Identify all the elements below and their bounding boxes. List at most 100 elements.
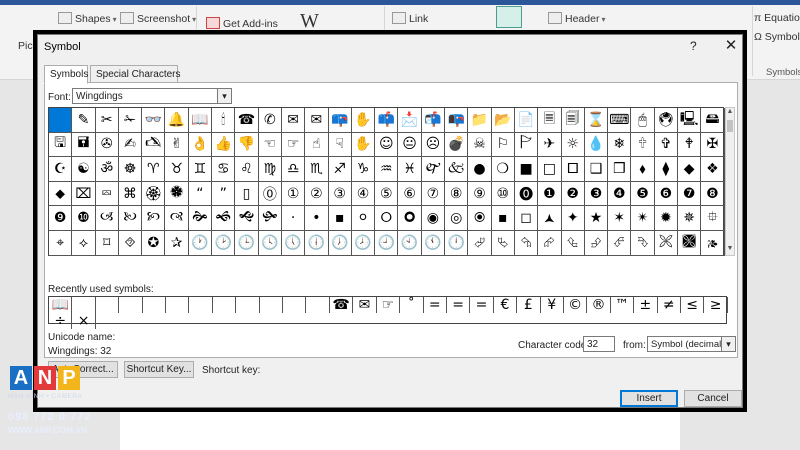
symbol-cell[interactable]: 📬 — [421, 108, 446, 133]
symbol-cell[interactable]: 🕗 — [351, 230, 376, 256]
symbol-cell[interactable]: 🕔 — [281, 230, 306, 256]
symbol-cell[interactable]: ⮰ — [468, 230, 492, 256]
help-icon[interactable]: ? — [690, 39, 697, 53]
symbol-cell[interactable]: ✪ — [142, 230, 166, 256]
symbol-cell[interactable]: ☎ — [235, 108, 259, 133]
symbol-cell[interactable]: 👌 — [188, 132, 213, 158]
symbol-cell[interactable]: ☠ — [468, 132, 492, 158]
recent-symbol-cell[interactable]: ÷ — [49, 313, 73, 329]
recent-symbol-cell[interactable]: £ — [517, 297, 541, 313]
symbol-cell[interactable]: ☸ — [118, 157, 143, 182]
symbol-cell[interactable]: ✠ — [701, 132, 725, 158]
symbol-cell[interactable]: 📄 — [514, 108, 539, 133]
symbol-cell[interactable]: 🙟 — [258, 206, 282, 231]
recent-symbol-cell[interactable]: © — [564, 297, 588, 313]
symbol-cell[interactable]: ① — [281, 181, 306, 207]
recent-symbol-cell[interactable]: ≥ — [704, 297, 728, 313]
symbol-cell[interactable]: 🕑 — [212, 230, 236, 256]
symbol-cell[interactable]: ✋ — [351, 108, 376, 133]
symbol-cell[interactable]: ✎ — [72, 108, 96, 133]
symbol-cell[interactable]: 🙣 — [165, 206, 189, 231]
symbol-cell[interactable]: ❄ — [608, 132, 632, 158]
symbol-cell[interactable]: ▪ — [328, 206, 352, 231]
symbol-cell[interactable]: ❒ — [608, 157, 632, 182]
recent-symbol-cell[interactable] — [260, 297, 284, 313]
scroll-up-icon[interactable]: ▲ — [726, 108, 734, 118]
recent-symbol-cell[interactable]: = — [447, 297, 471, 313]
recent-symbol-cell[interactable] — [283, 297, 307, 313]
symbol-cell[interactable]: 🕯 — [212, 108, 236, 133]
symbol-cell[interactable]: 📖 — [188, 108, 213, 133]
symbol-cell[interactable]: ⯑ — [118, 230, 143, 256]
symbol-cell[interactable]: 📂 — [491, 108, 515, 133]
scroll-thumb[interactable] — [727, 120, 733, 132]
recent-symbol-cell[interactable]: ☞ — [377, 297, 401, 313]
recent-symbol-cell[interactable]: 📖 — [49, 297, 73, 313]
recent-symbol-cell[interactable]: ™ — [611, 297, 635, 313]
recent-symbol-cell[interactable] — [96, 297, 120, 313]
symbol-cell[interactable]: 🕆 — [631, 132, 655, 158]
symbol-cell[interactable]: 💧 — [584, 132, 609, 158]
symbol-cell[interactable]: ❺ — [631, 181, 655, 207]
symbol-cell[interactable]: ☞ — [281, 132, 306, 158]
symbol-cell[interactable]: ❻ — [654, 181, 679, 207]
symbol-cell[interactable]: 🙞 — [188, 206, 213, 231]
symbol-cell[interactable]: ⌘ — [118, 181, 143, 207]
symbol-button[interactable]: Ω Symbol — [754, 31, 800, 43]
recent-symbol-cell[interactable] — [143, 297, 167, 313]
scroll-down-icon[interactable]: ▼ — [726, 245, 734, 255]
symbol-cell[interactable]: ⮳ — [538, 230, 562, 256]
symbol-cell[interactable]: ③ — [328, 181, 352, 207]
symbol-cell[interactable]: 🖎 — [142, 132, 166, 158]
symbol-cell[interactable]: 🏶 — [165, 181, 189, 207]
symbol-cell[interactable]: ⌛ — [584, 108, 609, 133]
symbol-cell[interactable]: ❶ — [538, 181, 562, 207]
symbol-cell[interactable]: 🕓 — [258, 230, 282, 256]
recent-symbols-row[interactable]: 📖 ☎ ✉ ☞ ˚ = = = € £ ¥ © ® ™ ± ≠ ≤ ≥ ÷ × — [48, 296, 728, 329]
symbol-cell[interactable]: ♓ — [398, 157, 422, 182]
symbol-cell[interactable]: ◉ — [421, 206, 446, 231]
recent-symbol-cell[interactable]: ≤ — [681, 297, 705, 313]
symbol-cell[interactable]: 🖳 — [678, 108, 702, 133]
symbol-cell[interactable]: ♍ — [258, 157, 282, 182]
symbol-cell[interactable]: ⌨ — [608, 108, 632, 133]
grid-scrollbar[interactable]: ▲ ▼ — [725, 107, 735, 256]
symbol-cell[interactable]: ⮱ — [491, 230, 515, 256]
symbol-cell[interactable]: ❹ — [608, 181, 632, 207]
symbol-cell[interactable]: ♒ — [375, 157, 399, 182]
symbol-cell[interactable]: 🙜 — [212, 206, 236, 231]
symbol-cell[interactable]: ❑ — [584, 157, 609, 182]
symbol-cell[interactable]: □ — [538, 157, 562, 182]
symbol-cell[interactable]: ✶ — [608, 206, 632, 231]
symbol-cell[interactable]: ⧫ — [654, 157, 679, 182]
symbol-cell[interactable]: ❾ — [49, 206, 73, 231]
symbol-cell[interactable]: ❸ — [584, 181, 609, 207]
symbol-cell[interactable]: ☟ — [328, 132, 352, 158]
symbol-cell[interactable]: 🖲 — [654, 108, 679, 133]
symbol-cell[interactable]: ✞ — [654, 132, 679, 158]
recent-symbol-cell[interactable]: = — [424, 297, 447, 313]
symbol-cell[interactable]: 🟂 — [538, 206, 562, 231]
symbol-cell[interactable]: 🔔 — [165, 108, 189, 133]
symbol-cell[interactable]: 😐 — [398, 132, 422, 158]
character-code-input[interactable]: 32 — [583, 336, 615, 352]
symbol-cell[interactable]: 🕛 — [445, 230, 469, 256]
symbol-cell[interactable]: ● — [468, 157, 492, 182]
symbol-cell[interactable]: ⬥ — [49, 181, 73, 207]
recent-symbol-cell[interactable]: ± — [634, 297, 658, 313]
recent-symbol-cell[interactable]: ≠ — [658, 297, 681, 313]
symbol-cell[interactable]: ☯ — [72, 157, 96, 182]
symbol-cell[interactable]: 📩 — [398, 108, 422, 133]
symbol-cell[interactable]: 📭 — [445, 108, 469, 133]
symbol-cell[interactable]: · — [281, 206, 306, 231]
symbol-cell[interactable]: ⮴ — [561, 230, 585, 256]
recent-symbol-cell[interactable]: ¥ — [541, 297, 564, 313]
symbol-cell[interactable]: ◆ — [678, 157, 702, 182]
shortcut-key-button[interactable]: Shortcut Key... — [124, 361, 194, 378]
symbol-cell[interactable]: ☜ — [258, 132, 282, 158]
header-button[interactable]: Header ▾ — [548, 12, 605, 25]
symbol-cell[interactable]: ◻ — [514, 206, 539, 231]
symbol-cell[interactable]: 🞐 — [561, 157, 585, 182]
symbol-cell[interactable]: 🙡 — [142, 206, 166, 231]
recent-symbol-cell[interactable] — [306, 297, 330, 313]
